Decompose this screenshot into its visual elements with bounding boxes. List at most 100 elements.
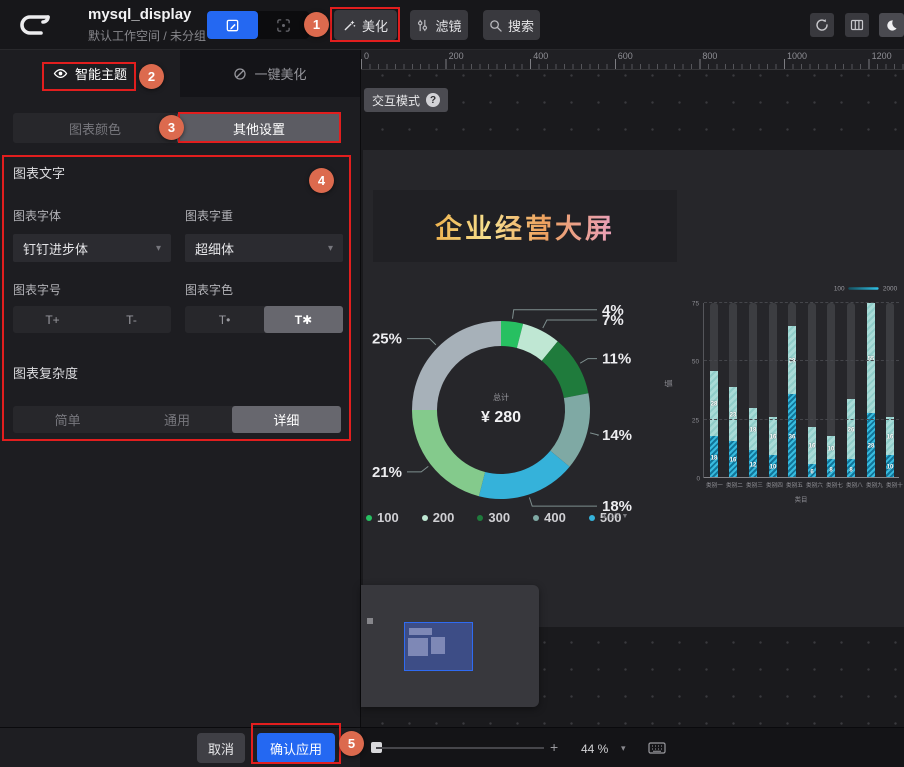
bar-value-label: 28 (710, 400, 718, 408)
breadcrumb: 默认工作空间 / 未分组 (88, 29, 207, 43)
bar-value-label: 6 (810, 468, 814, 475)
keyboard-shortcuts-icon[interactable] (648, 741, 666, 755)
top-header: mysql_display 默认工作空间 / 未分组 美化 滤镜 搜索 (0, 0, 904, 50)
dark-mode-button[interactable] (879, 13, 904, 37)
filter-label: 滤镜 (435, 18, 462, 34)
legend-item[interactable]: 200 (421, 510, 455, 525)
annotation-box-beautify (330, 7, 400, 42)
bar-column: 6 16 (807, 303, 816, 478)
zoom-level-value[interactable]: 44 % (581, 742, 608, 756)
columns-icon (850, 19, 864, 31)
bar-value-label: 16 (730, 456, 737, 464)
x-category-label: 类别七 (826, 482, 843, 489)
bar-y-axis-title: 值 (664, 379, 674, 388)
bar-chart: 100 2000 值 18 28 16 23 12 18 10 16 36 29 6 16 8 10 8 26… (663, 278, 903, 513)
legend-dot-icon (366, 514, 372, 521)
bar-value-label: 10 (828, 444, 835, 452)
annotation-box-chart-text-section (2, 155, 351, 441)
help-icon[interactable]: ? (426, 93, 441, 107)
legend-item[interactable]: 100 (366, 510, 399, 525)
minimap-handle[interactable] (367, 618, 373, 624)
bar-series-container: 18 28 16 23 12 18 10 16 36 29 6 16 8 10 8 26 28 55 10 16 (704, 303, 900, 478)
legend-item[interactable]: 400 (533, 510, 566, 525)
search-icon (490, 19, 502, 32)
edit-preview-toggle (207, 11, 309, 39)
filter-sliders-icon (418, 19, 428, 31)
preview-mode-button[interactable] (258, 11, 309, 39)
layout-columns-button[interactable] (845, 13, 869, 37)
x-category-label: 类别十 (886, 482, 903, 489)
ruler-number: 800 (702, 51, 718, 61)
dashboard-title-widget[interactable]: 企业经营大屏 (373, 190, 677, 262)
legend-label: 200 (432, 510, 455, 525)
bar-value-label: 26 (847, 426, 855, 433)
cancel-button[interactable]: 取消 (197, 733, 245, 763)
donut-percent-label: 11% (602, 351, 631, 368)
donut-percent-label: 7% (602, 312, 624, 329)
legend-label: 400 (544, 510, 566, 525)
bar-column: 28 55 (866, 303, 875, 478)
y-tick-label: 25 (691, 416, 700, 424)
donut-leader-line (407, 466, 429, 473)
search-label: 搜索 (507, 18, 534, 34)
annotation-circle-2: 2 (139, 64, 164, 89)
legend-item[interactable]: 300 (477, 510, 510, 525)
bar-value-label: 10 (886, 463, 894, 471)
edit-mode-button[interactable] (207, 11, 258, 39)
bar-value-label: 16 (886, 433, 894, 440)
app-logo-icon (20, 15, 50, 35)
ruler-number: 0 (364, 51, 370, 61)
donut-percent-label: 25% (372, 331, 402, 348)
bar-legend-gradient (848, 287, 879, 290)
donut-slice (412, 321, 501, 410)
tab-one-click-label: 一键美化 (254, 67, 307, 82)
annotation-box-other-settings (178, 112, 341, 143)
interaction-mode-badge[interactable]: 交互模式 ? (364, 88, 449, 112)
design-canvas[interactable]: 0 200 400 600 800 1000 1200 交互模式 ? 企业经营大屏 4% 7%… (360, 50, 904, 727)
dashboard-preview[interactable]: 企业经营大屏 4% 7% 11% 14% 18% 21% 25% 总计 ¥ 280 100 200… (363, 150, 904, 627)
bar-value-label: 8 (849, 465, 853, 473)
ruler-number: 400 (533, 51, 549, 61)
bar-value-label: 10 (769, 463, 776, 471)
subtab-chart-color[interactable]: 图表颜色 (13, 113, 177, 143)
ruler-number: 200 (448, 51, 464, 61)
legend-label: 100 (377, 510, 399, 525)
zoom-in-button[interactable]: + (550, 739, 558, 755)
page-title: mysql_display (88, 6, 192, 23)
x-category-label: 类别二 (726, 482, 743, 489)
scan-icon (277, 18, 290, 32)
donut-leader-line (512, 309, 597, 319)
search-button[interactable]: 搜索 (483, 10, 540, 40)
app-window: mysql_display 默认工作空间 / 未分组 美化 滤镜 搜索 智能主题… (0, 0, 904, 767)
donut-center-value: ¥ 280 (481, 409, 521, 426)
tab-one-click-beautify[interactable]: 一键美化 (180, 50, 360, 97)
bar-plot-area: 18 28 16 23 12 18 10 16 36 29 6 16 8 10 8 26 28 55 10 16 02… (692, 300, 900, 482)
legend-dot-icon (533, 514, 540, 521)
donut-leader-line (407, 338, 437, 346)
gridline: 50 (692, 358, 899, 365)
bar-value-label: 12 (749, 461, 757, 468)
filter-button[interactable]: 滤镜 (410, 10, 468, 40)
ruler-number: 1200 (871, 51, 892, 61)
dashboard-title-text: 企业经营大屏 (435, 207, 615, 246)
minimap-viewport[interactable] (404, 622, 473, 671)
donut-slice (550, 393, 590, 467)
donut-leader-line (542, 319, 597, 329)
donut-center-label: 总计 (493, 392, 509, 402)
zoom-caret-icon[interactable]: ▾ (621, 743, 626, 754)
zoom-slider-track[interactable] (376, 747, 544, 749)
x-category-label: 类别三 (746, 482, 763, 489)
bar-value-label: 16 (808, 442, 816, 450)
bar-category-axis: 类别一 类别二 类别三 类别四 类别五 类别六 类别七 类别八 类别九 类别十 (703, 480, 903, 491)
gridline: 25 (692, 417, 899, 424)
refresh-button[interactable] (810, 13, 834, 37)
y-tick-label: 0 (695, 474, 700, 483)
legend-pager[interactable]: ▲ 1/2 ▼ (601, 513, 628, 520)
donut-leader-line (589, 432, 599, 436)
bar-column: 8 10 (827, 303, 836, 478)
bar-column: 10 16 (886, 303, 895, 478)
x-category-label: 类别五 (786, 482, 803, 489)
minimap-panel (361, 585, 539, 707)
legend-dot-icon (588, 514, 595, 521)
x-category-label: 类别四 (766, 482, 783, 489)
